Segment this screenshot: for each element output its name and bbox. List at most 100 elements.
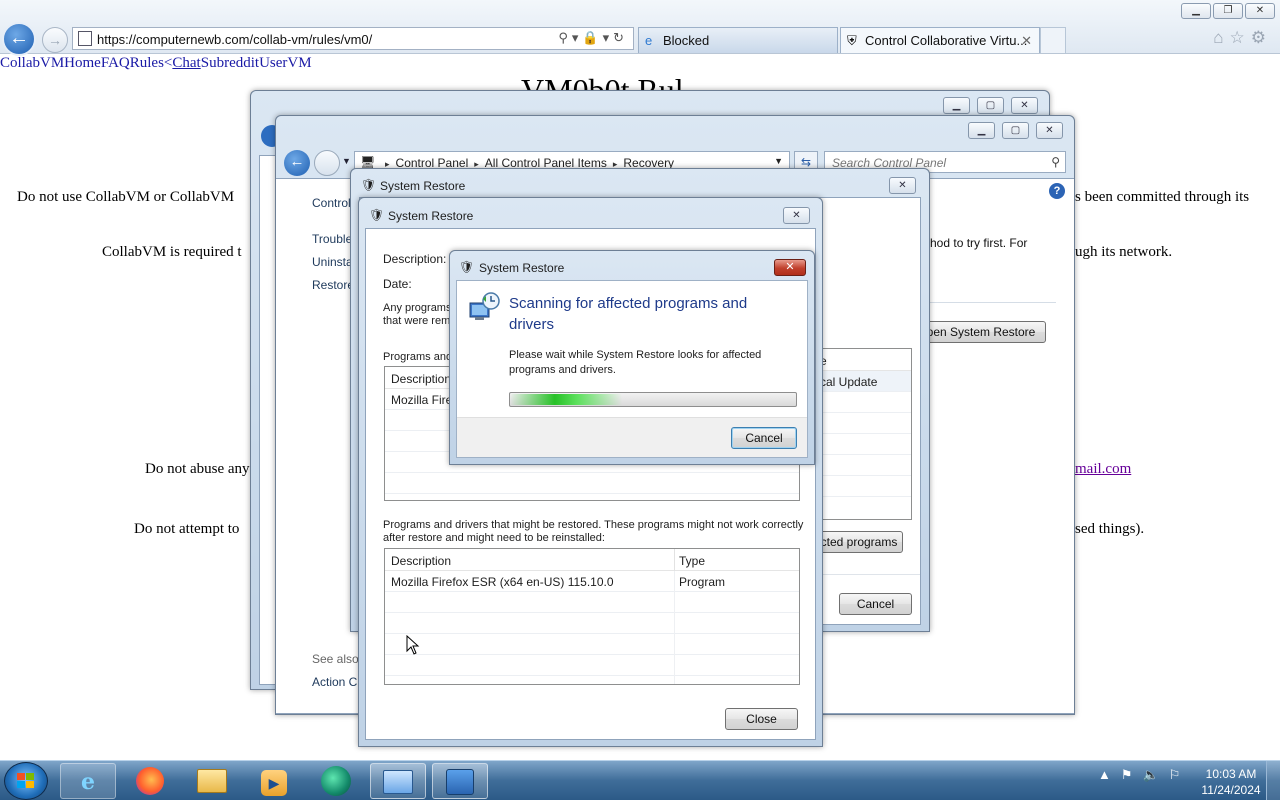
tab-blocked[interactable]: e Blocked <box>638 27 838 53</box>
address-bar[interactable]: https://computernewb.com/collab-vm/rules… <box>72 27 634 50</box>
rule-text: Do not use CollabVM or CollabVM <box>17 189 235 205</box>
address-controls[interactable]: ⚲▾🔒▾↻ <box>558 30 628 46</box>
chevron-down-icon[interactable]: ▼ <box>774 156 783 166</box>
scan-heading: Scanning for affected programs and drive… <box>509 293 747 335</box>
nav-rules[interactable]: Rules <box>130 55 164 71</box>
date-label: Date: <box>383 277 412 291</box>
tab-control-collabvm[interactable]: ⛨ Control Collaborative Virtu... ✕ <box>840 27 1040 53</box>
show-hidden-icons-icon[interactable]: ▲ <box>1098 767 1121 782</box>
taskbar-system-restore[interactable] <box>432 763 488 799</box>
browser-minimize-button[interactable]: ▁ <box>1181 3 1211 19</box>
column-header-type[interactable]: Type <box>679 554 705 568</box>
clock[interactable]: 10:03 AM 11/24/2024 <box>1196 766 1266 798</box>
progress-marquee <box>510 394 622 405</box>
restore-points-table[interactable]: e cal Update <box>815 348 912 520</box>
rule-text: s been committed through its <box>1075 189 1250 205</box>
collabvm-icon: ⛨ <box>847 33 857 48</box>
table-cell[interactable]: cal Update <box>820 375 877 389</box>
close-button[interactable]: ✕ <box>783 207 810 224</box>
network-icon[interactable]: ⚐ <box>1169 767 1191 782</box>
nav-home[interactable]: Home <box>64 55 101 71</box>
maximize-button[interactable]: ▢ <box>977 97 1004 114</box>
any-programs-text: Any programs <box>383 302 452 314</box>
back-button[interactable]: ← <box>284 150 310 176</box>
system-restore-title-icon: 🛡 <box>459 260 475 274</box>
cancel-button[interactable]: Cancel <box>839 593 912 615</box>
system-restore-icon <box>446 769 474 795</box>
system-restore-title-icon: 🛡 <box>361 178 377 192</box>
system-restore-title-icon: 🛡 <box>369 208 385 222</box>
scanning-dialog[interactable]: 🛡 System Restore ✕ Scanning for affected… <box>449 250 815 465</box>
collabvm-app-icon <box>321 766 351 796</box>
close-button[interactable]: ✕ <box>1011 97 1038 114</box>
close-button[interactable]: ✕ <box>1036 122 1063 139</box>
back-button[interactable]: ← <box>2 22 36 56</box>
control-panel-icon <box>383 770 413 794</box>
action-center-link[interactable]: Action C <box>312 675 357 689</box>
cancel-button[interactable]: Cancel <box>731 427 797 449</box>
scan-message: Please wait while System Restore looks f… <box>509 348 761 378</box>
scan-heading-line: Scanning for affected programs and <box>509 295 748 312</box>
action-center-flag-icon[interactable]: ⚑ <box>1121 767 1143 782</box>
firefox-icon <box>136 767 164 795</box>
recent-pages-chevron-icon[interactable]: ▼ <box>342 156 351 166</box>
forward-button[interactable] <box>314 150 340 176</box>
nav-faq[interactable]: FAQ <box>101 55 130 71</box>
sidebar-item[interactable]: Uninsta <box>312 255 353 269</box>
browser-close-button[interactable]: ✕ <box>1245 3 1275 19</box>
browser-toolbar: ▁ ❐ ✕ ← → https://computernewb.com/colla… <box>0 0 1280 56</box>
column-header-description[interactable]: Description <box>391 372 451 386</box>
taskbar-media-player[interactable]: ▶ <box>246 763 302 799</box>
minimize-button[interactable]: ▁ <box>968 122 995 139</box>
window-title: System Restore <box>479 261 565 275</box>
page-icon <box>78 31 92 46</box>
help-icon[interactable]: ? <box>1049 183 1065 199</box>
tab-close-icon[interactable]: ✕ <box>1021 33 1032 49</box>
email-link[interactable]: mail.com <box>1075 461 1131 478</box>
table-row[interactable]: Mozilla Firefox ESR (x64 en-US) 115.10.0… <box>385 571 799 592</box>
maximize-button[interactable]: ▢ <box>1002 122 1029 139</box>
close-button[interactable]: ✕ <box>889 177 916 194</box>
nav-collabvm[interactable]: CollabVM <box>0 55 64 71</box>
forward-button[interactable]: → <box>42 27 68 53</box>
start-button[interactable] <box>4 762 48 800</box>
table-cell: Mozilla Firefox ESR (x64 en-US) 115.10.0 <box>391 575 614 589</box>
open-system-restore-button[interactable]: pen System Restore <box>916 321 1046 343</box>
show-desktop-button[interactable] <box>1266 761 1280 800</box>
tab-label: Blocked <box>663 33 710 48</box>
sidebar-item[interactable]: Restore <box>312 278 354 292</box>
rule-text: sed things). <box>1075 521 1145 537</box>
sidebar-item[interactable]: Trouble <box>312 232 352 246</box>
taskbar-control-panel[interactable] <box>370 763 426 799</box>
taskbar-internet-explorer[interactable]: e <box>60 763 116 799</box>
system-tray[interactable]: ▲⚑🔈⚐ <box>1098 767 1190 783</box>
address-url[interactable]: https://computernewb.com/collab-vm/rules… <box>97 32 372 47</box>
taskbar-collabvm[interactable] <box>308 763 364 799</box>
progress-bar <box>509 392 797 407</box>
system-restore-icon <box>467 291 501 323</box>
scan-message-line: programs and drivers. <box>509 364 616 376</box>
table-cell: Program <box>679 575 726 589</box>
dialog-client: Scanning for affected programs and drive… <box>456 280 808 458</box>
nav-chat[interactable]: Chat <box>172 55 200 71</box>
clock-time: 10:03 AM <box>1205 767 1257 781</box>
minimize-button[interactable]: ▁ <box>943 97 970 114</box>
taskbar-firefox[interactable] <box>122 763 178 799</box>
browser-restore-button[interactable]: ❐ <box>1213 3 1243 19</box>
close-button[interactable]: Close <box>725 708 798 730</box>
restored-programs-table[interactable]: Description Type Mozilla Firefox ESR (x6… <box>384 548 800 685</box>
nav-subreddit[interactable]: Subreddit <box>201 55 259 71</box>
nav-uservm[interactable]: UserVM <box>259 55 312 71</box>
close-button[interactable]: ✕ <box>774 259 806 276</box>
browser-tools[interactable]: ⌂☆⚙ <box>1213 28 1272 48</box>
media-player-icon: ▶ <box>261 770 287 796</box>
column-header-description[interactable]: Description <box>391 554 451 568</box>
rule-text: CollabVM is required t <box>102 244 242 260</box>
scan-affected-programs-button[interactable]: cted programs <box>815 531 903 553</box>
volume-muted-icon[interactable]: 🔈 <box>1143 767 1169 782</box>
sidebar-item[interactable]: Control <box>312 196 351 210</box>
recovery-info-text: hod to try first. For <box>930 236 1028 250</box>
new-tab-button[interactable] <box>1040 27 1066 53</box>
taskbar-file-explorer[interactable] <box>184 763 240 799</box>
tab-label: Control Collaborative Virtu... <box>865 33 1028 48</box>
